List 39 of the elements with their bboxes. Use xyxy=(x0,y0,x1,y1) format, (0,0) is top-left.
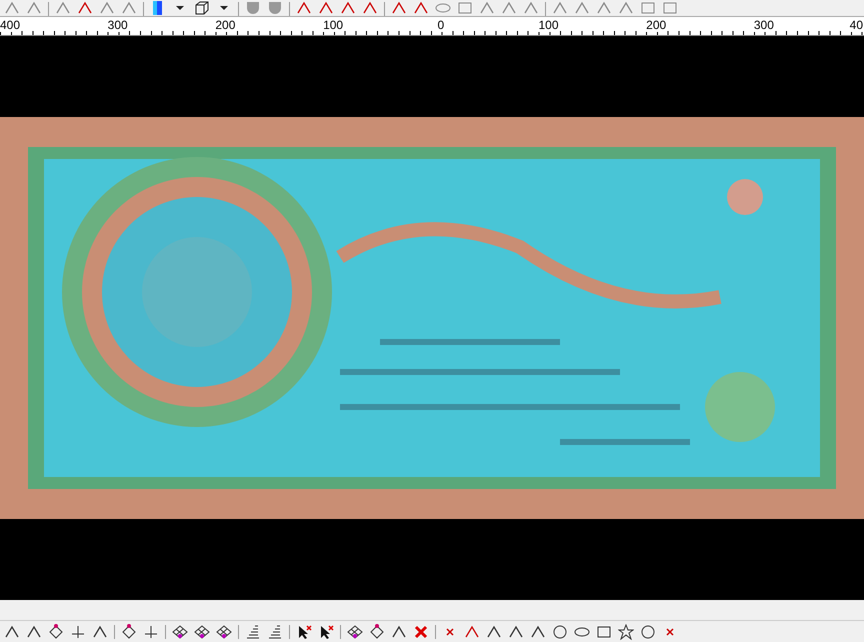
square-icon[interactable] xyxy=(596,624,612,640)
cursor-icon[interactable] xyxy=(318,624,334,640)
mesh-icon[interactable] xyxy=(216,624,232,640)
cube-icon[interactable] xyxy=(194,0,210,16)
line-icon[interactable] xyxy=(464,624,480,640)
mesh-icon[interactable] xyxy=(347,624,363,640)
ruler-label: 300 xyxy=(752,18,775,32)
ruler-label: 40 xyxy=(848,18,864,32)
arc-icon[interactable] xyxy=(4,624,20,640)
scissors-icon[interactable] xyxy=(77,0,93,16)
star-icon[interactable] xyxy=(618,624,634,640)
arc-icon[interactable] xyxy=(26,624,42,640)
scissors-icon[interactable] xyxy=(296,0,312,16)
axis-icon[interactable] xyxy=(70,624,86,640)
node-icon[interactable] xyxy=(369,624,385,640)
line-icon[interactable] xyxy=(413,0,429,16)
ruler-label: 100 xyxy=(537,18,560,32)
stairs-icon[interactable] xyxy=(245,624,261,640)
ruler-label: 400 xyxy=(0,18,22,32)
ruler-label: 200 xyxy=(214,18,236,32)
arc-icon[interactable] xyxy=(486,624,502,640)
ruler-label: 200 xyxy=(645,18,668,32)
node-icon[interactable] xyxy=(48,624,64,640)
circle-icon[interactable] xyxy=(640,624,656,640)
cursor-icon[interactable] xyxy=(296,624,312,640)
line-icon[interactable] xyxy=(391,0,407,16)
mesh-icon[interactable] xyxy=(172,624,188,640)
line-icon[interactable] xyxy=(340,0,356,16)
stairs-icon[interactable] xyxy=(267,624,283,640)
close-icon[interactable] xyxy=(413,624,429,640)
ruler-label: 0 xyxy=(436,18,446,32)
axis-icon[interactable] xyxy=(143,624,159,640)
line-icon[interactable] xyxy=(362,0,378,16)
mesh-icon[interactable] xyxy=(194,624,210,640)
ruler-label: 100 xyxy=(322,18,344,32)
ruler-label: 300 xyxy=(106,18,129,32)
circle-icon[interactable] xyxy=(552,624,568,640)
node-icon[interactable] xyxy=(121,624,137,640)
line-icon[interactable] xyxy=(318,0,334,16)
